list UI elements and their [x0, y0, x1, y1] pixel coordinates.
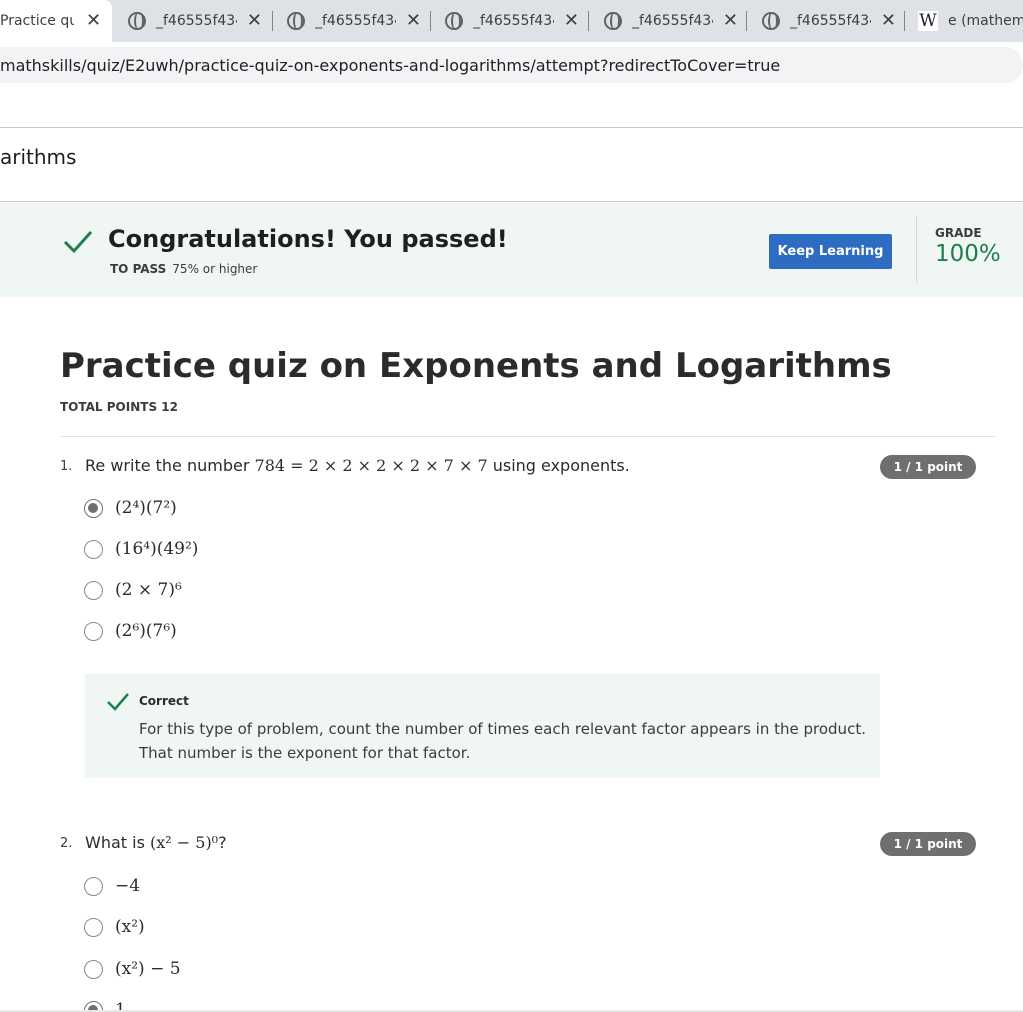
question-number: 1.: [60, 459, 73, 474]
option-label: (16⁴)(49²): [115, 539, 199, 559]
tab-title: _f46555f434: [632, 13, 713, 29]
tab-practice-quiz[interactable]: Practice qui ✕: [0, 0, 112, 42]
radio-button[interactable]: [84, 959, 103, 979]
tab-title: _f46555f434: [473, 13, 554, 29]
tab-f46555f434-5[interactable]: _f46555f434 ✕: [762, 0, 896, 42]
question-text-after: using exponents.: [492, 456, 630, 475]
question-number: 2.: [60, 836, 73, 851]
option-label: (2 × 7)⁶: [115, 580, 182, 600]
option-label: (x²) − 5: [115, 959, 181, 979]
question-math: 784 = 2 × 2 × 2 × 2 × 7 × 7: [254, 456, 488, 475]
address-bar: mathskills/quiz/E2uwh/practice-quiz-on-e…: [0, 42, 1023, 88]
option-label: (x²): [115, 917, 145, 937]
tab-separator: [588, 11, 589, 31]
answer-option[interactable]: (16⁴)(49²): [84, 536, 198, 562]
question-text-after: ?: [218, 833, 227, 852]
points-badge: 1 / 1 point: [880, 832, 976, 856]
radio-button[interactable]: [84, 917, 103, 937]
close-icon[interactable]: ✕: [86, 12, 101, 30]
answer-option[interactable]: (x²): [84, 914, 145, 940]
answer-option[interactable]: (2 × 7)⁶: [84, 577, 182, 603]
close-icon[interactable]: ✕: [564, 12, 579, 30]
radio-button[interactable]: [84, 621, 103, 641]
checkmark-icon: [107, 693, 129, 711]
tab-f46555f434-3[interactable]: _f46555f434 ✕: [445, 0, 579, 42]
globe-icon: [128, 12, 146, 30]
globe-icon: [287, 12, 305, 30]
tab-wikipedia[interactable]: W e (mathema: [918, 0, 1023, 42]
question-text-before: Re write the number: [85, 456, 250, 475]
keep-learning-button[interactable]: Keep Learning: [769, 234, 892, 269]
option-label: (2⁶)(7⁶): [115, 621, 177, 641]
option-label: (2⁴)(7²): [115, 498, 177, 518]
tab-title: _f46555f434: [156, 13, 237, 29]
answer-option[interactable]: (x²) − 5: [84, 956, 181, 982]
tab-separator: [272, 11, 273, 31]
grade-label: GRADE: [935, 226, 982, 240]
radio-button[interactable]: [84, 876, 103, 896]
passed-message: Congratulations! You passed!: [108, 225, 508, 253]
breadcrumb[interactable]: arithms: [0, 145, 76, 169]
divider: [60, 436, 995, 437]
checkmark-icon: [63, 230, 93, 254]
radio-button[interactable]: [84, 580, 103, 600]
radio-button[interactable]: [84, 539, 103, 559]
radio-button-selected[interactable]: [84, 498, 103, 518]
to-pass-label: TO PASS: [110, 262, 167, 276]
tab-separator: [430, 11, 431, 31]
close-icon[interactable]: ✕: [406, 12, 421, 30]
points-badge: 1 / 1 point: [880, 455, 976, 479]
browser-tab-strip: Practice qui ✕ _f46555f434 ✕ _f46555f434…: [0, 0, 1023, 42]
url-input[interactable]: mathskills/quiz/E2uwh/practice-quiz-on-e…: [0, 47, 1023, 83]
tab-title: _f46555f434: [790, 13, 871, 29]
answer-option[interactable]: −4: [84, 873, 140, 899]
feedback-text: For this type of problem, count the numb…: [139, 720, 866, 762]
globe-icon: [445, 12, 463, 30]
globe-icon: [604, 12, 622, 30]
tab-title: Practice qui: [0, 13, 74, 29]
close-icon[interactable]: ✕: [723, 12, 738, 30]
question-text: What is (x² − 5)⁰?: [85, 833, 227, 852]
divider: [916, 215, 917, 283]
tab-f46555f434-4[interactable]: _f46555f434 ✕: [604, 0, 738, 42]
pass-threshold: TO PASS 75% or higher: [110, 262, 257, 276]
tab-f46555f434-2[interactable]: _f46555f434 ✕: [287, 0, 421, 42]
feedback-box: Correct For this type of problem, count …: [85, 674, 880, 778]
tab-title: _f46555f434: [315, 13, 396, 29]
answer-option[interactable]: (2⁴)(7²): [84, 495, 177, 521]
tab-separator: [746, 11, 747, 31]
page-title: Practice quiz on Exponents and Logarithm…: [60, 346, 892, 386]
tab-separator: [904, 11, 905, 31]
wikipedia-icon: W: [918, 11, 938, 31]
page-header: arithms: [0, 127, 1023, 202]
tab-f46555f434-1[interactable]: _f46555f434 ✕: [128, 0, 262, 42]
tab-title: e (mathema: [948, 13, 1023, 29]
close-icon[interactable]: ✕: [881, 12, 896, 30]
grade-value: 100%: [935, 241, 1001, 267]
answer-option[interactable]: (2⁶)(7⁶): [84, 618, 177, 644]
question-text-before: What is: [85, 833, 145, 852]
question-math: (x² − 5)⁰: [150, 833, 219, 852]
url-text: mathskills/quiz/E2uwh/practice-quiz-on-e…: [0, 55, 781, 75]
total-points: TOTAL POINTS 12: [60, 400, 178, 414]
feedback-title: Correct: [139, 694, 189, 708]
option-label: −4: [115, 876, 141, 896]
question-text: Re write the number 784 = 2 × 2 × 2 × 2 …: [85, 456, 630, 475]
close-icon[interactable]: ✕: [247, 12, 262, 30]
globe-icon: [762, 12, 780, 30]
to-pass-value: 75% or higher: [172, 262, 258, 276]
